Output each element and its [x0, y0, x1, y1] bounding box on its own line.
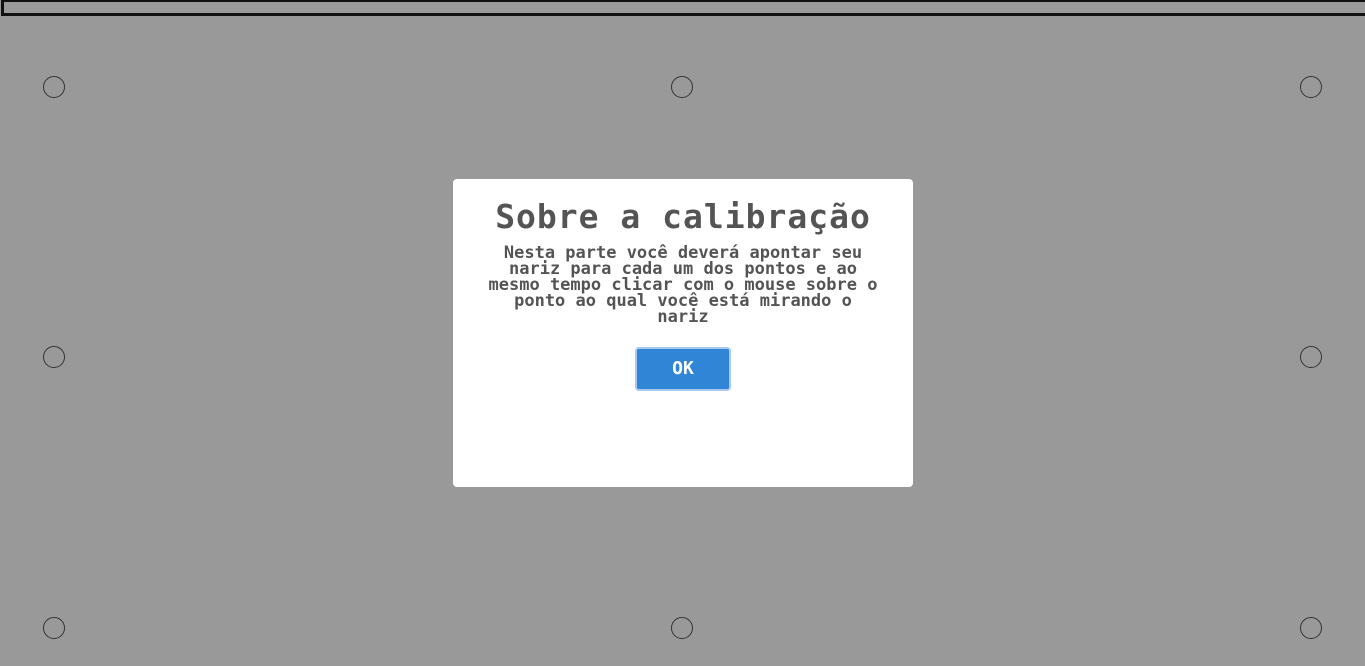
calibration-point-bottom-center[interactable]	[671, 617, 693, 639]
calibration-point-bottom-right[interactable]	[1300, 617, 1322, 639]
calibration-info-dialog: Sobre a calibração Nesta parte você deve…	[453, 179, 913, 487]
calibration-point-top-left[interactable]	[43, 76, 65, 98]
calibration-point-middle-right[interactable]	[1300, 346, 1322, 368]
ok-button[interactable]: OK	[635, 347, 731, 391]
calibration-point-bottom-left[interactable]	[43, 617, 65, 639]
top-bar	[1, 0, 1365, 16]
calibration-screen: Sobre a calibração Nesta parte você deve…	[0, 0, 1365, 666]
calibration-point-top-center[interactable]	[671, 76, 693, 98]
dialog-message: Nesta parte você deverá apontar seu nari…	[488, 243, 878, 327]
calibration-point-middle-left[interactable]	[43, 346, 65, 368]
calibration-point-top-right[interactable]	[1300, 76, 1322, 98]
dialog-title: Sobre a calibração	[495, 197, 871, 236]
